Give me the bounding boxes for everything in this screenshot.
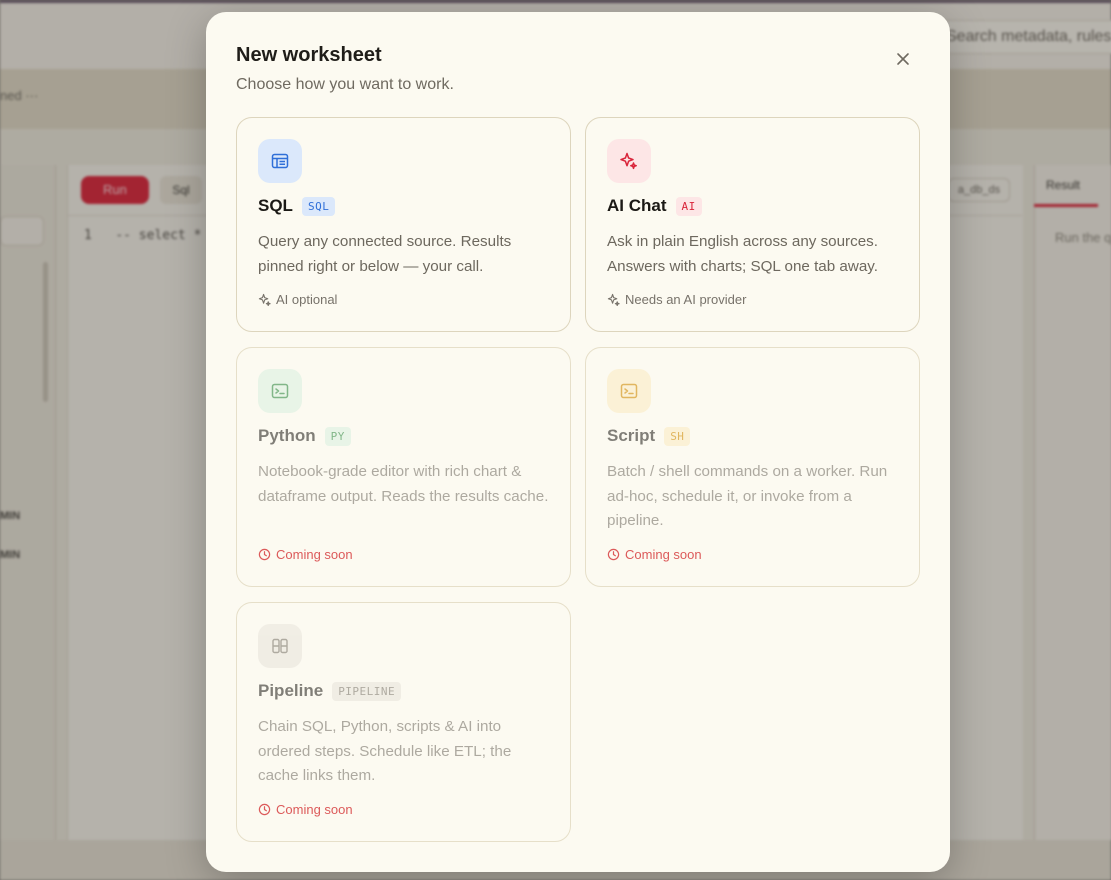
- coming-soon-status: Coming soon: [258, 547, 353, 562]
- dialog-subtitle: Choose how you want to work.: [236, 76, 454, 93]
- card-title: AI Chat: [607, 196, 667, 215]
- sparkle-icon: [607, 293, 620, 306]
- card-badge: AI: [675, 196, 702, 216]
- sparkles-icon: [620, 152, 637, 170]
- card-description: Ask in plain English across any sources.…: [607, 233, 878, 275]
- card-badge: PIPELINE: [332, 681, 402, 701]
- card-title: Python: [258, 426, 316, 445]
- card-title: Pipeline: [258, 681, 324, 700]
- table-icon: [271, 153, 289, 169]
- worksheet-option-sql[interactable]: SQL SQL Query any connected source. Resu…: [236, 117, 571, 332]
- card-badge: PY: [324, 426, 351, 446]
- card-title-row: Script SH: [607, 426, 691, 446]
- pipeline-icon: [272, 638, 288, 654]
- card-title-row: Pipeline PIPELINE: [258, 681, 402, 701]
- worksheet-option-ai-chat[interactable]: AI Chat AI Ask in plain English across a…: [585, 117, 920, 332]
- clock-icon: [258, 548, 271, 561]
- dialog-title: New worksheet: [236, 44, 382, 66]
- python-icon-box: [258, 369, 302, 413]
- terminal-icon: [620, 383, 638, 399]
- clock-icon: [607, 548, 620, 561]
- close-icon: [897, 53, 909, 65]
- coming-soon-status: Coming soon: [607, 547, 702, 562]
- card-description: Query any connected source. Results pinn…: [258, 233, 512, 275]
- terminal-icon: [271, 383, 289, 399]
- card-title-row: Python PY: [258, 426, 351, 446]
- sparkle-icon: [258, 293, 271, 306]
- worksheet-option-script: Script SH Batch / shell commands on a wo…: [585, 347, 920, 587]
- card-title: SQL: [258, 196, 293, 215]
- card-title: Script: [607, 426, 656, 445]
- card-description: Chain SQL, Python, scripts & AI into ord…: [258, 718, 512, 784]
- new-worksheet-dialog: New worksheet Choose how you want to wor…: [206, 12, 950, 872]
- worksheet-option-python: Python PY Notebook-grade editor with ric…: [236, 347, 571, 587]
- worksheet-option-pipeline: Pipeline PIPELINE Chain SQL, Python, scr…: [236, 602, 571, 842]
- clock-icon: [258, 803, 271, 816]
- coming-soon-status: Coming soon: [258, 802, 353, 817]
- card-badge: SQL: [301, 196, 336, 216]
- card-badge: SH: [664, 426, 691, 446]
- card-title-row: AI Chat AI: [607, 196, 702, 216]
- close-button[interactable]: [890, 46, 916, 72]
- card-description: Notebook-grade editor with rich chart & …: [258, 463, 549, 505]
- card-title-row: SQL SQL: [258, 196, 336, 216]
- sql-icon-box: [258, 139, 302, 183]
- card-footer: Needs an AI provider: [607, 292, 746, 307]
- ai-chat-icon-box: [607, 139, 651, 183]
- card-footer: AI optional: [258, 292, 337, 307]
- script-icon-box: [607, 369, 651, 413]
- card-description: Batch / shell commands on a worker. Run …: [607, 463, 888, 529]
- pipeline-icon-box: [258, 624, 302, 668]
